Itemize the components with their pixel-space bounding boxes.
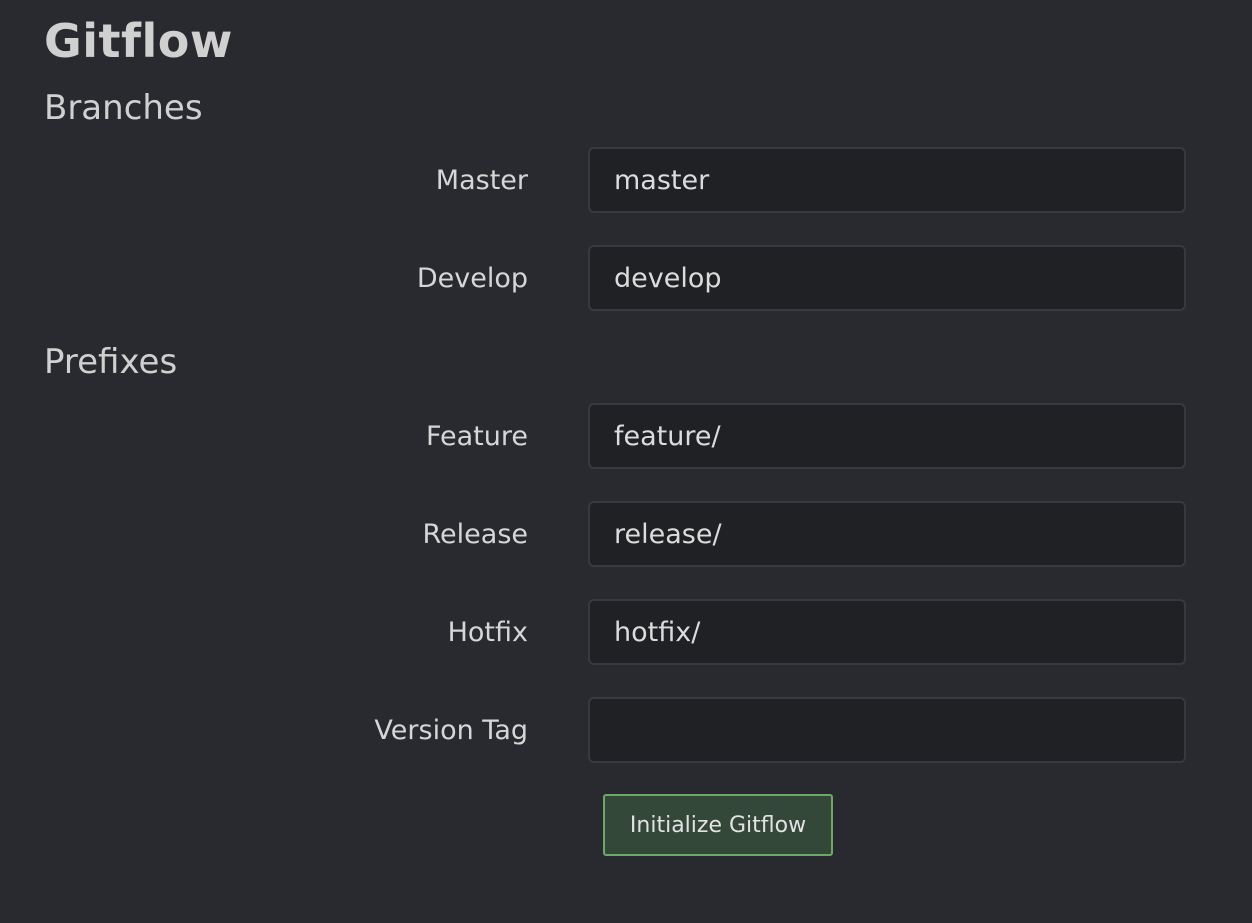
initialize-gitflow-button[interactable]: Initialize Gitflow [603, 794, 833, 856]
hotfix-prefix-input[interactable] [588, 599, 1186, 665]
version-tag-label: Version Tag [374, 715, 528, 746]
version-tag-input[interactable] [588, 697, 1186, 763]
hotfix-label: Hotfix [447, 617, 528, 648]
develop-branch-input[interactable] [588, 245, 1186, 311]
prefixes-heading: Prefixes [44, 342, 178, 382]
master-label: Master [435, 165, 528, 196]
feature-label: Feature [425, 421, 528, 452]
feature-prefix-input[interactable] [588, 403, 1186, 469]
develop-label: Develop [416, 263, 528, 294]
release-prefix-input[interactable] [588, 501, 1186, 567]
page-title: Gitflow [44, 14, 233, 68]
master-branch-input[interactable] [588, 147, 1186, 213]
release-label: Release [422, 519, 529, 550]
branches-heading: Branches [44, 88, 203, 128]
gitflow-settings-page: Gitflow Branches Master Develop Prefixes… [0, 0, 1252, 923]
